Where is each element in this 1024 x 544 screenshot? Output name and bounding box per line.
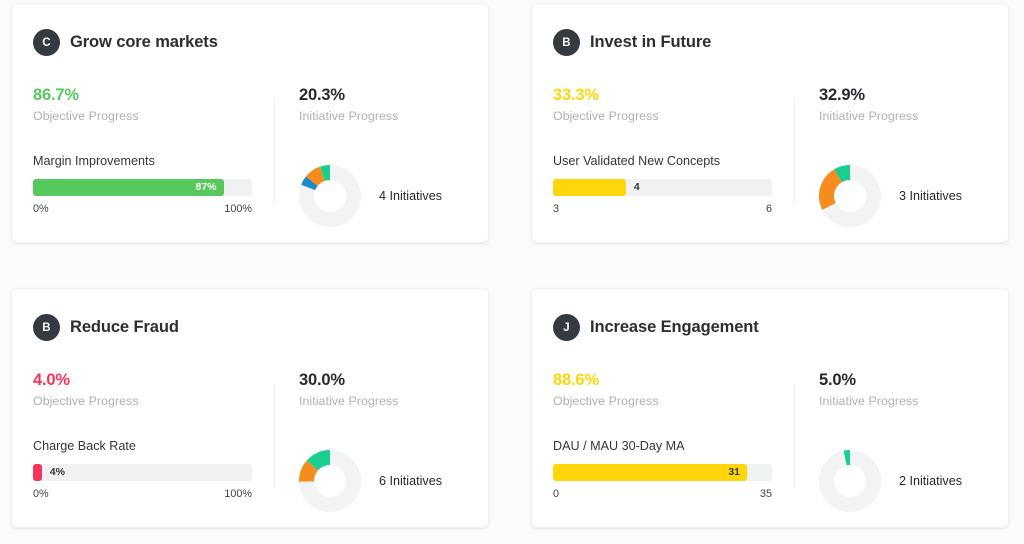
kpi-name[interactable]: DAU / MAU 30-Day MA bbox=[553, 439, 772, 453]
objective-progress-label: Objective Progress bbox=[33, 108, 139, 123]
initiative-progress-value: 5.0% bbox=[819, 371, 856, 389]
initiatives-donut-chart bbox=[299, 164, 361, 227]
objective-column: 86.7% Objective Progress Margin Improvemen… bbox=[12, 60, 274, 227]
initiative-column: 5.0% Initiative Progress 2 Initiatives bbox=[795, 345, 1008, 512]
initiatives-donut-chart bbox=[819, 164, 881, 227]
kpi-scale-max: 100% bbox=[224, 487, 252, 500]
initiative-progress-metric: 5.0% Initiative Progress bbox=[819, 371, 1008, 408]
objectives-grid: C Grow core markets 86.7% Objective Progres… bbox=[0, 0, 1024, 528]
kpi-progress-fill: 31 bbox=[553, 463, 748, 481]
initiative-column: 30.0% Initiative Progress 6 Initiatives bbox=[275, 345, 488, 512]
kpi-progress-fill bbox=[553, 178, 626, 196]
objective-title[interactable]: Grow core markets bbox=[70, 33, 218, 52]
initiative-progress-label: Initiative Progress bbox=[299, 393, 399, 408]
initiative-progress-value: 30.0% bbox=[299, 371, 345, 389]
initiative-progress-metric: 20.3% Initiative Progress bbox=[299, 86, 488, 123]
initiatives-summary: 3 Initiatives bbox=[819, 164, 1008, 227]
kpi-progress-bar[interactable]: 4% bbox=[33, 463, 252, 481]
owner-avatar[interactable]: J bbox=[553, 314, 580, 341]
initiative-progress-label: Initiative Progress bbox=[299, 108, 399, 123]
kpi-block: Charge Back Rate 4% 0% 100% bbox=[33, 439, 274, 500]
initiatives-donut-chart bbox=[819, 449, 881, 512]
kpi-name[interactable]: Charge Back Rate bbox=[33, 439, 252, 453]
card-body: 4.0% Objective Progress Charge Back Rate 4%… bbox=[12, 341, 488, 512]
initiative-progress-metric: 30.0% Initiative Progress bbox=[299, 371, 488, 408]
objective-card[interactable]: J Increase Engagement 88.6% Objective Progr… bbox=[531, 288, 1009, 528]
kpi-block: DAU / MAU 30-Day MA 31 0 35 bbox=[553, 439, 794, 500]
objective-progress-metric: 86.7% Objective Progress bbox=[33, 86, 274, 123]
objective-title[interactable]: Reduce Fraud bbox=[70, 318, 179, 337]
initiative-column: 20.3% Initiative Progress 4 Initiatives bbox=[275, 60, 488, 227]
owner-avatar[interactable]: B bbox=[33, 314, 60, 341]
objective-column: 33.3% Objective Progress User Validated Ne… bbox=[532, 60, 794, 227]
card-header: B Invest in Future bbox=[532, 4, 1008, 56]
owner-avatar[interactable]: B bbox=[553, 29, 580, 56]
kpi-value-label: 87% bbox=[195, 180, 217, 193]
card-header: B Reduce Fraud bbox=[12, 289, 488, 341]
kpi-progress-bar[interactable]: 87% bbox=[33, 178, 252, 196]
objective-progress-value: 88.6% bbox=[553, 371, 599, 389]
kpi-scale-max: 6 bbox=[765, 202, 772, 215]
objective-progress-label: Objective Progress bbox=[553, 108, 659, 123]
initiatives-count: 4 Initiatives bbox=[379, 188, 442, 203]
initiative-progress-metric: 32.9% Initiative Progress bbox=[819, 86, 1008, 123]
initiative-column: 32.9% Initiative Progress 3 Initiatives bbox=[795, 60, 1008, 227]
card-body: 88.6% Objective Progress DAU / MAU 30-Day … bbox=[532, 341, 1008, 512]
kpi-value-label: 4% bbox=[49, 465, 65, 478]
objective-progress-value: 4.0% bbox=[33, 371, 70, 389]
objective-card[interactable]: C Grow core markets 86.7% Objective Progres… bbox=[11, 3, 489, 243]
card-body: 33.3% Objective Progress User Validated Ne… bbox=[532, 56, 1008, 227]
card-header: C Grow core markets bbox=[12, 4, 488, 56]
initiatives-count: 6 Initiatives bbox=[379, 473, 442, 488]
objective-progress-metric: 4.0% Objective Progress bbox=[33, 371, 274, 408]
initiatives-summary: 6 Initiatives bbox=[299, 449, 488, 512]
kpi-scale: 36 bbox=[553, 203, 772, 215]
kpi-scale: 0% 100% bbox=[33, 488, 252, 500]
kpi-scale: 0 35 bbox=[553, 488, 772, 500]
objective-progress-metric: 88.6% Objective Progress bbox=[553, 371, 794, 408]
card-body: 86.7% Objective Progress Margin Improvemen… bbox=[12, 56, 488, 227]
objective-progress-label: Objective Progress bbox=[553, 393, 659, 408]
kpi-scale-max: 100% bbox=[224, 202, 252, 215]
initiative-progress-value: 32.9% bbox=[819, 86, 865, 104]
objective-progress-value: 86.7% bbox=[33, 86, 79, 104]
kpi-scale: 0% 100% bbox=[33, 203, 252, 215]
kpi-progress-fill: 87% bbox=[33, 178, 224, 196]
kpi-progress-bar[interactable]: 4 bbox=[553, 178, 772, 196]
initiatives-donut-chart bbox=[299, 449, 361, 512]
objective-card[interactable]: B Reduce Fraud 4.0% Objective Progress Charg… bbox=[11, 288, 489, 528]
kpi-progress-bar[interactable]: 31 bbox=[553, 463, 772, 481]
initiatives-count: 3 Initiatives bbox=[899, 188, 962, 203]
initiatives-summary: 2 Initiatives bbox=[819, 449, 1008, 512]
objective-card[interactable]: B Invest in Future 33.3% Objective Progress… bbox=[531, 3, 1009, 243]
kpi-progress-fill bbox=[33, 463, 42, 481]
objective-progress-metric: 33.3% Objective Progress bbox=[553, 86, 794, 123]
kpi-scale-min: 0% bbox=[33, 202, 49, 215]
objective-column: 4.0% Objective Progress Charge Back Rate 4%… bbox=[12, 345, 274, 512]
donut-segment bbox=[819, 449, 881, 512]
card-header: J Increase Engagement bbox=[532, 289, 1008, 341]
initiative-progress-value: 20.3% bbox=[299, 86, 345, 104]
objective-title[interactable]: Invest in Future bbox=[590, 33, 711, 52]
kpi-block: User Validated New Concepts 4 3 6 bbox=[553, 154, 794, 215]
kpi-block: Margin Improvements 87% 0% 100% bbox=[33, 154, 274, 215]
kpi-scale-min: 0% bbox=[33, 487, 49, 500]
kpi-value-label: 4 bbox=[633, 180, 640, 193]
kpi-value-label: 31 bbox=[728, 465, 741, 478]
initiatives-count: 2 Initiatives bbox=[899, 473, 962, 488]
objective-column: 88.6% Objective Progress DAU / MAU 30-Day … bbox=[532, 345, 794, 512]
objective-progress-label: Objective Progress bbox=[33, 393, 139, 408]
initiative-progress-label: Initiative Progress bbox=[819, 393, 919, 408]
objective-progress-value: 33.3% bbox=[553, 86, 599, 104]
kpi-name[interactable]: User Validated New Concepts bbox=[553, 154, 772, 168]
initiative-progress-label: Initiative Progress bbox=[819, 108, 919, 123]
kpi-scale-max: 35 bbox=[759, 487, 772, 500]
kpi-name[interactable]: Margin Improvements bbox=[33, 154, 252, 168]
kpi-scale-min: 3 bbox=[553, 202, 560, 215]
kpi-scale-min: 0 bbox=[553, 487, 560, 500]
initiatives-summary: 4 Initiatives bbox=[299, 164, 488, 227]
objective-title[interactable]: Increase Engagement bbox=[590, 318, 759, 337]
owner-avatar[interactable]: C bbox=[33, 29, 60, 56]
